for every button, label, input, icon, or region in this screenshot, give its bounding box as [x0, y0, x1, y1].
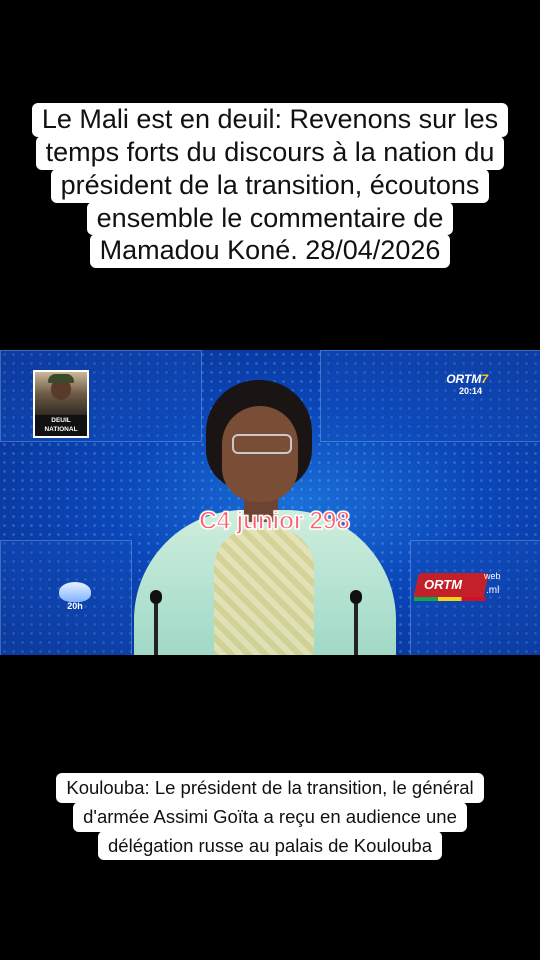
top-caption-line: Le Mali est en deuil: Revenons sur les [31, 103, 509, 137]
broadcast-clock: 20:14 [458, 386, 482, 396]
national-mourning-badge: DEUIL NATIONAL [33, 370, 89, 438]
ortm-web-label: web [484, 571, 501, 581]
ortm-web-tld: .ml [486, 585, 500, 596]
channel-logo-number: 7 [481, 372, 488, 386]
top-caption-line: ensemble le commentaire de [86, 201, 454, 236]
top-caption-line: temps forts du discours à la nation du [35, 135, 505, 170]
bottom-caption-line: d'armée Assimi Goïta a reçu en audience … [73, 801, 467, 832]
globe-icon [59, 582, 91, 602]
watermark-text: C4 junior 298 [198, 506, 350, 536]
top-caption-line: président de la transition, écoutons [50, 168, 490, 203]
bottom-caption-line: délégation russe au palais de Koulouba [98, 830, 442, 861]
channel-logo: ORTM7 [446, 372, 488, 386]
portrait-image [35, 372, 87, 416]
top-caption: Le Mali est en deuil: Revenons sur les t… [0, 103, 540, 269]
mourning-label-line1: DEUIL [51, 417, 71, 424]
mourning-label: DEUIL NATIONAL [35, 415, 87, 436]
bottom-caption-line: Koulouba: Le président de la transition,… [56, 773, 484, 803]
video-frame[interactable]: DEUIL NATIONAL ORTM7 20:14 20h ORTM web … [0, 350, 540, 655]
mourning-label-line2: NATIONAL [44, 426, 78, 433]
flag-stripe [414, 597, 486, 601]
news-20h-logo: 20h [53, 582, 97, 612]
news-20h-label: 20h [67, 601, 83, 611]
ortm-web-badge: ORTM web .ml [413, 567, 504, 603]
bottom-caption: Koulouba: Le président de la transition,… [0, 773, 540, 861]
ortm-web-word: ORTM [424, 577, 463, 592]
channel-logo-text: ORTM [446, 372, 482, 386]
top-caption-line: Mamadou Koné. 28/04/2026 [89, 234, 451, 269]
